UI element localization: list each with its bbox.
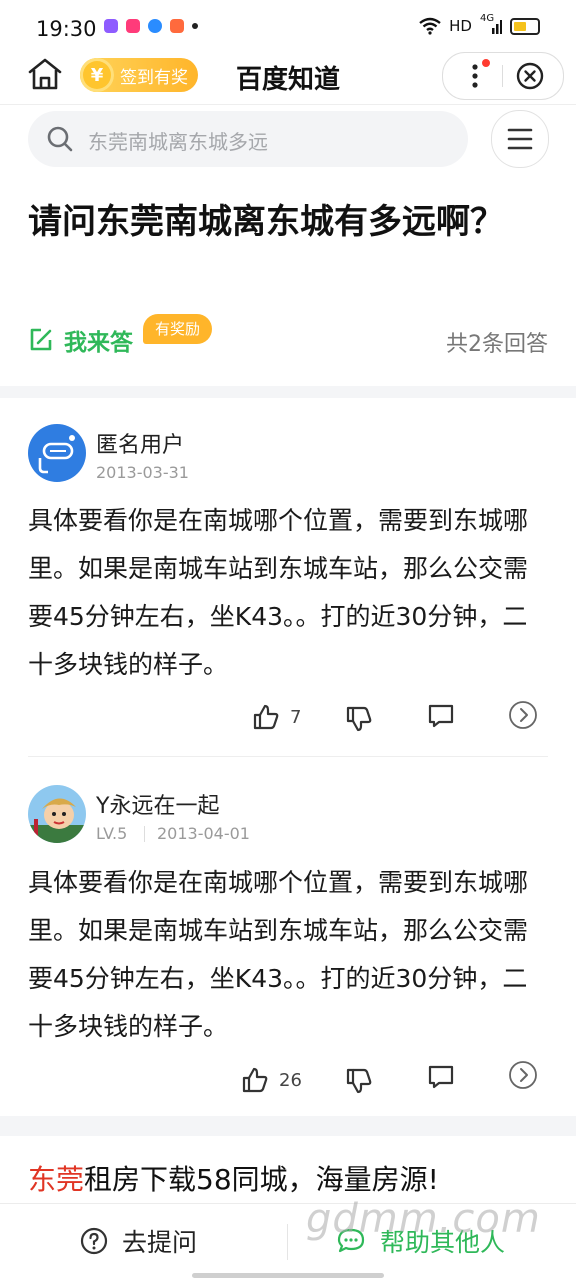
ask-question-label: 去提问 <box>122 1223 197 1259</box>
avatar[interactable] <box>28 424 86 482</box>
video-app-icon <box>126 19 140 33</box>
anonymous-avatar-icon <box>28 424 86 482</box>
user-level: LV.5 <box>96 824 127 843</box>
share-arrow-icon[interactable] <box>508 700 538 730</box>
avatar[interactable] <box>28 785 86 843</box>
status-indicators: HD 4G <box>419 17 540 35</box>
ad-text: 租房下载58同城，海量房源! <box>84 1163 439 1196</box>
answer-username: Y永远在一起 <box>96 788 219 820</box>
share-arrow-icon[interactable] <box>508 1060 538 1090</box>
reward-badge: 有奖励 <box>143 314 212 344</box>
hd-label: HD <box>449 17 472 35</box>
search-placeholder: 东莞南城离东城多远 <box>88 126 268 155</box>
thumbs-up-icon <box>252 703 280 731</box>
ad-section-divider <box>0 1116 576 1136</box>
mini-program-capsule <box>442 52 564 100</box>
like-count: 7 <box>290 707 301 728</box>
comment-icon[interactable] <box>427 703 455 729</box>
answer-date: 2013-03-31 <box>96 463 189 482</box>
notification-dot <box>482 59 490 67</box>
thumbs-down-icon[interactable] <box>345 1066 373 1094</box>
wifi-icon <box>419 17 441 35</box>
status-bar: 19:30 HD 4G <box>0 0 576 56</box>
ask-question-button[interactable]: 去提问 <box>80 1223 197 1259</box>
question-mark-icon <box>80 1227 108 1255</box>
answer-button-label: 我来答 <box>64 323 133 357</box>
search-input[interactable]: 东莞南城离东城多远 <box>28 111 468 167</box>
comment-icon[interactable] <box>427 1064 455 1090</box>
section-divider <box>0 386 576 398</box>
question-title: 请问东莞南城离东城有多远啊？ <box>28 193 548 251</box>
meta-divider <box>144 826 145 842</box>
answer-content: 具体要看你是在南城哪个位置，需要到东城哪里。如果是南城车站到东城车站，那么公交需… <box>28 859 552 1051</box>
more-options-icon[interactable] <box>465 63 485 89</box>
home-indicator[interactable] <box>192 1273 384 1278</box>
answer-separator <box>28 756 548 757</box>
close-icon[interactable] <box>516 62 544 90</box>
status-app-icons <box>104 19 198 33</box>
bottom-divider <box>287 1224 288 1260</box>
like-count: 26 <box>279 1070 302 1091</box>
watermark: gdmm.com <box>306 1196 541 1242</box>
app-notification-icon <box>104 19 118 33</box>
signal-icon: 4G <box>480 17 502 35</box>
like-button[interactable]: 26 <box>241 1066 302 1094</box>
cartoon-avatar-icon <box>28 785 86 843</box>
answer-date: 2013-04-01 <box>157 824 250 843</box>
answer-username: 匿名用户 <box>96 427 184 459</box>
search-icon <box>46 125 74 153</box>
answer-content: 具体要看你是在南城哪个位置，需要到东城哪里。如果是南城车站到东城车站，那么公交需… <box>28 497 552 689</box>
thumbs-up-icon <box>241 1066 269 1094</box>
thumbs-down-icon[interactable] <box>345 704 373 732</box>
ad-link[interactable]: 东莞租房下载58同城，海量房源! <box>28 1158 439 1198</box>
status-time: 19:30 <box>36 17 97 41</box>
browser-app-icon <box>148 19 162 33</box>
capsule-divider <box>502 65 503 87</box>
edit-icon <box>28 327 54 353</box>
menu-icon <box>492 111 548 167</box>
answer-count: 共2条回答 <box>446 326 548 358</box>
battery-icon <box>510 18 540 35</box>
ad-highlight: 东莞 <box>28 1163 84 1196</box>
more-notifications-icon <box>192 23 198 29</box>
shopping-app-icon <box>170 19 184 33</box>
answer-button[interactable]: 我来答 <box>28 323 133 357</box>
like-button[interactable]: 7 <box>252 703 301 731</box>
header-divider <box>0 104 576 105</box>
menu-button[interactable] <box>491 110 549 168</box>
